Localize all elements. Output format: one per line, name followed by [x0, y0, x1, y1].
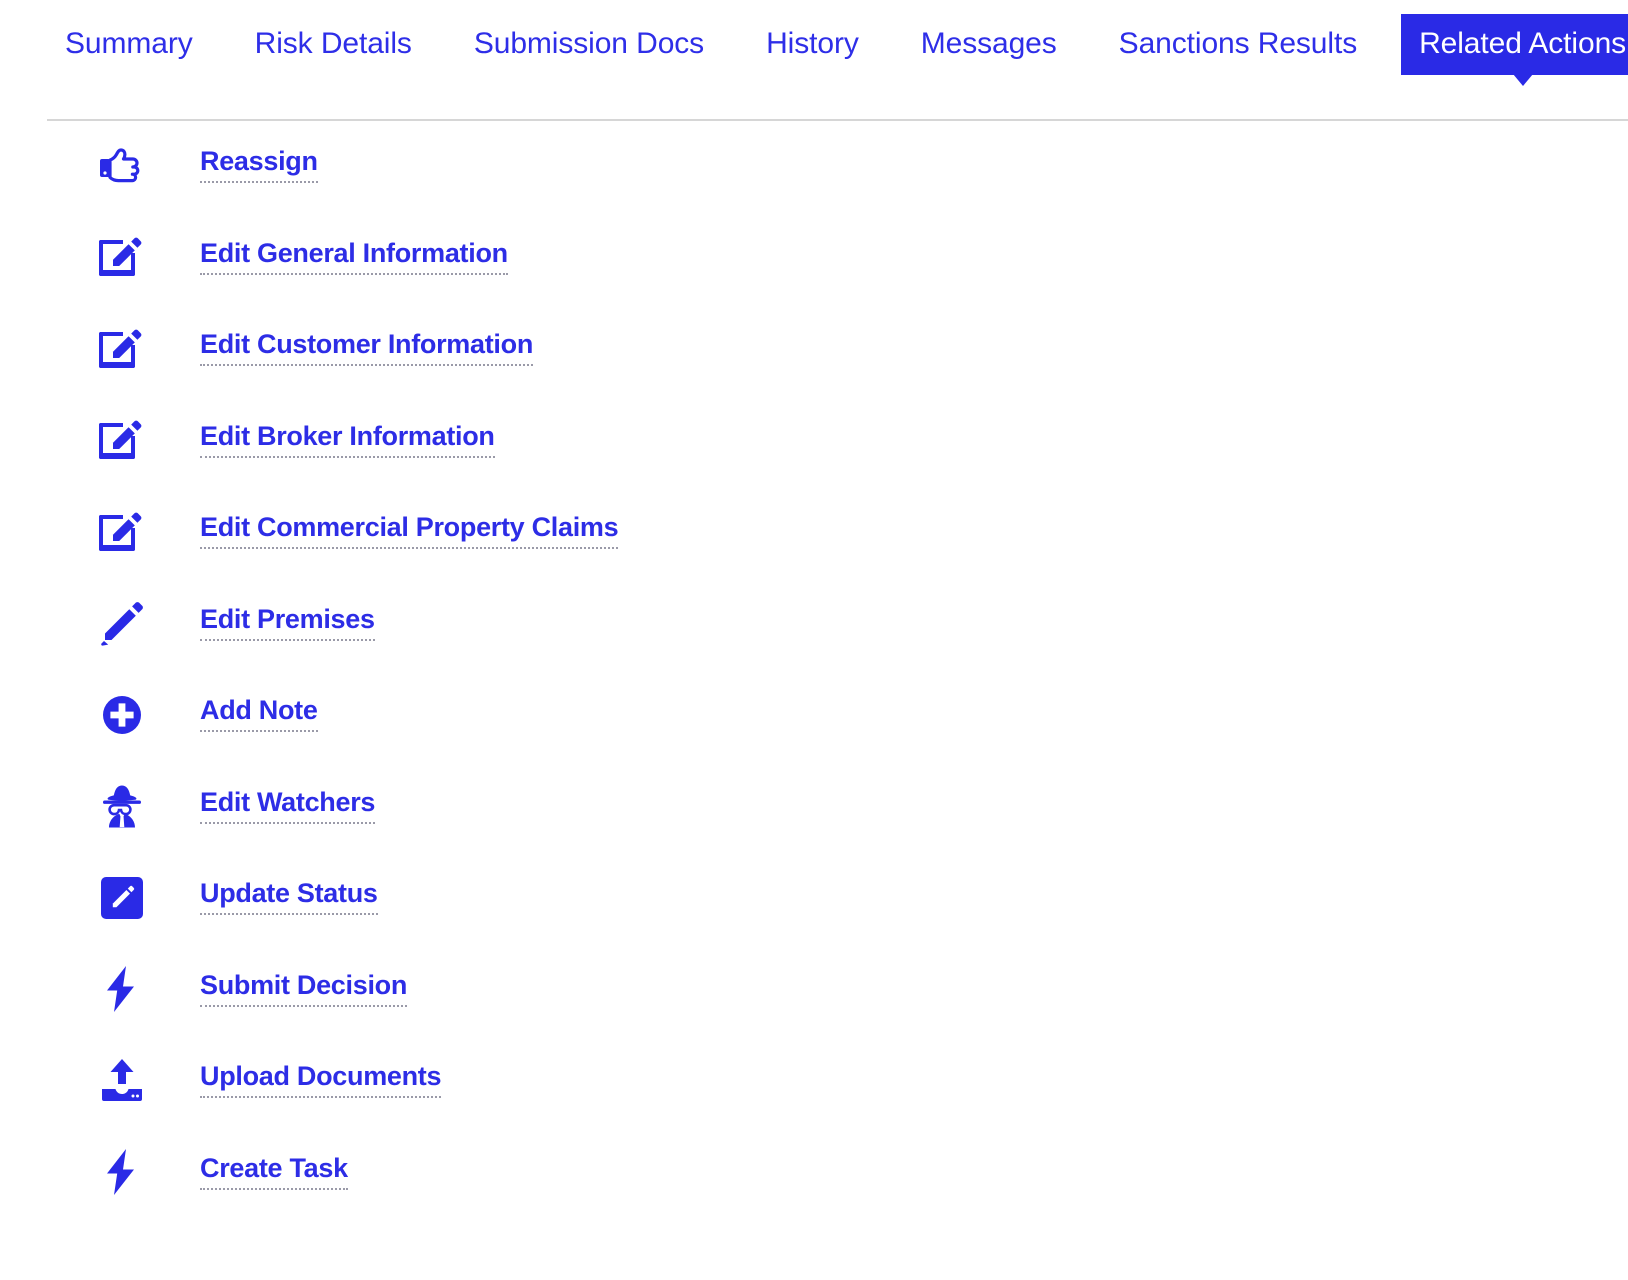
action-row[interactable]: Edit Premises [0, 578, 1628, 670]
pointing-hand-icon[interactable] [96, 140, 148, 192]
action-row[interactable]: Update Status [0, 852, 1628, 944]
tab-summary[interactable]: Summary [47, 14, 211, 75]
action-label[interactable]: Update Status [200, 880, 378, 916]
action-label[interactable]: Edit Watchers [200, 788, 375, 824]
action-row[interactable]: Reassign [0, 120, 1628, 212]
action-label[interactable]: Edit Customer Information [200, 331, 533, 367]
action-label[interactable]: Add Note [200, 697, 318, 733]
edit-square-pencil-icon[interactable] [96, 414, 148, 466]
spy-detective-icon[interactable] [96, 780, 148, 832]
tab-submission-docs[interactable]: Submission Docs [456, 14, 722, 75]
action-row[interactable]: Edit Watchers [0, 761, 1628, 853]
action-row[interactable]: Edit Broker Information [0, 395, 1628, 487]
filled-square-pencil-icon[interactable] [96, 872, 148, 924]
action-label[interactable]: Edit Commercial Property Claims [200, 514, 619, 550]
action-label[interactable]: Edit Premises [200, 605, 375, 641]
tab-sanctions-results[interactable]: Sanctions Results [1101, 14, 1375, 75]
edit-square-pencil-icon[interactable] [96, 506, 148, 558]
tab-history[interactable]: History [748, 14, 877, 75]
action-label[interactable]: Submit Decision [200, 971, 407, 1007]
tab-related-actions[interactable]: Related Actions [1401, 14, 1628, 86]
action-row[interactable]: Add Note [0, 669, 1628, 761]
pencil-icon[interactable] [96, 597, 148, 649]
lightning-bolt-icon[interactable] [96, 1146, 148, 1198]
action-row[interactable]: Upload Documents [0, 1035, 1628, 1127]
action-row[interactable]: Submit Decision [0, 944, 1628, 1036]
action-label[interactable]: Create Task [200, 1154, 348, 1190]
action-label[interactable]: Upload Documents [200, 1063, 442, 1099]
tab-risk-details[interactable]: Risk Details [237, 14, 430, 75]
edit-square-pencil-icon[interactable] [96, 231, 148, 283]
tab-bar: Summary Risk Details Submission Docs Histor… [0, 0, 1628, 96]
action-label[interactable]: Edit Broker Information [200, 422, 495, 458]
plus-circle-icon[interactable] [96, 689, 148, 741]
tab-messages[interactable]: Messages [903, 14, 1075, 75]
edit-square-pencil-icon[interactable] [96, 323, 148, 375]
action-label[interactable]: Edit General Information [200, 239, 508, 275]
lightning-bolt-icon[interactable] [96, 963, 148, 1015]
related-actions-page: Summary Risk Details Submission Docs Histor… [0, 0, 1628, 1280]
action-row[interactable]: Edit Commercial Property Claims [0, 486, 1628, 578]
action-row[interactable]: Edit General Information [0, 212, 1628, 304]
action-row[interactable]: Edit Customer Information [0, 303, 1628, 395]
action-row[interactable]: Create Task [0, 1127, 1628, 1219]
action-label[interactable]: Reassign [200, 148, 318, 184]
related-actions-list: Reassign Edit General Information Edit Cus… [0, 96, 1628, 1218]
upload-tray-icon[interactable] [96, 1055, 148, 1107]
active-tab-caret-icon [1512, 74, 1533, 86]
